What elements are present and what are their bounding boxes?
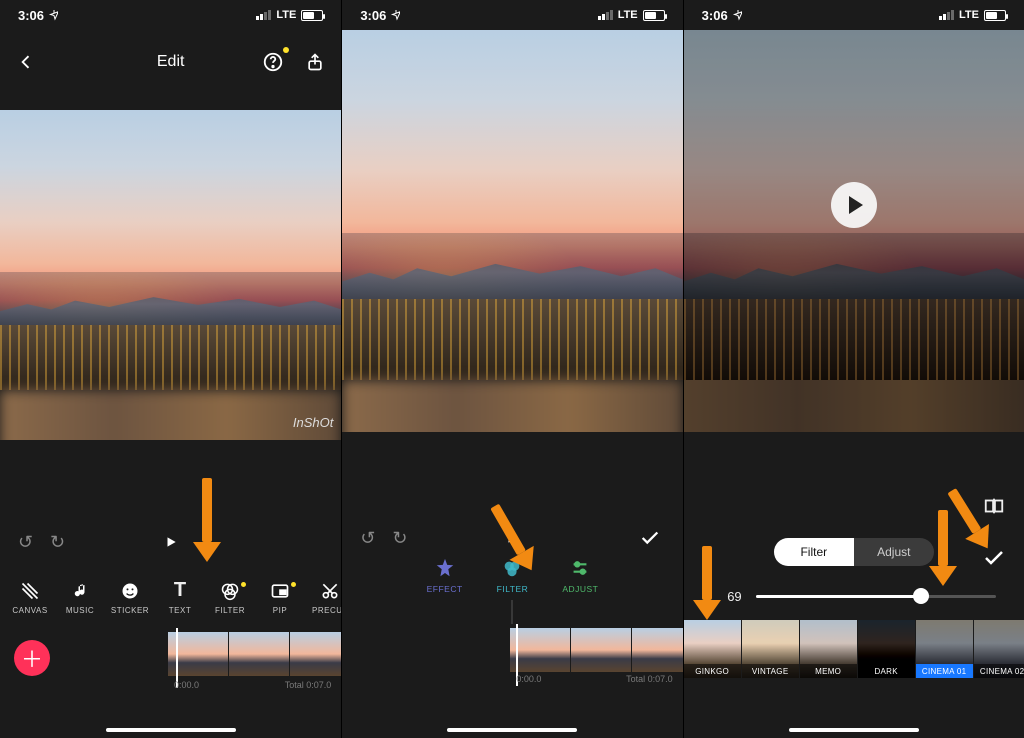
home-indicator[interactable] xyxy=(447,728,577,732)
video-preview[interactable] xyxy=(0,110,341,440)
music-icon xyxy=(69,580,91,602)
play-button[interactable] xyxy=(164,535,178,549)
home-indicator[interactable] xyxy=(106,728,236,732)
tab-adjust[interactable]: ADJUST xyxy=(562,556,598,604)
segment-filter[interactable]: Filter xyxy=(774,538,854,566)
watermark[interactable]: InShOt xyxy=(293,415,333,430)
playback-row: ↺ ↻ xyxy=(342,518,682,558)
tool-canvas[interactable]: CANVAS xyxy=(6,580,54,615)
video-preview[interactable] xyxy=(684,30,1024,432)
time-total: Total 0:07.0 xyxy=(285,680,332,690)
tool-sticker[interactable]: STICKER xyxy=(106,580,154,615)
filter-option-vintage[interactable]: VINTAGE xyxy=(742,620,799,678)
filter-option-dark[interactable]: DARK xyxy=(858,620,915,678)
tab-effect[interactable]: EFFECT xyxy=(427,556,463,604)
status-bar: 3:06 LTE xyxy=(342,0,682,30)
confirm-button[interactable] xyxy=(639,527,661,549)
filter-icon xyxy=(219,580,241,602)
tab-marker xyxy=(512,600,513,624)
pip-icon xyxy=(269,580,291,602)
network-label: LTE xyxy=(276,9,296,21)
playback-row: ↺ ↻ xyxy=(0,522,341,562)
precut-icon xyxy=(319,580,341,602)
play-button[interactable] xyxy=(831,182,877,228)
time-current: 0:00.0 xyxy=(174,680,199,690)
tool-strip: CANVAS MUSIC STICKER T TEXT FILTER PI xyxy=(0,568,341,626)
tool-pip[interactable]: PIP xyxy=(256,580,304,615)
slider-value: 69 xyxy=(714,589,742,604)
play-button[interactable] xyxy=(505,531,519,545)
share-button[interactable] xyxy=(303,50,327,74)
status-time: 3:06 xyxy=(18,8,44,23)
adjust-icon xyxy=(568,556,592,580)
status-bar: 3:06 LTE xyxy=(0,0,341,30)
text-icon: T xyxy=(169,580,191,602)
timeline[interactable]: 0:00.0 Total 0:07.0 xyxy=(168,632,341,694)
redo-button[interactable]: ↻ xyxy=(392,528,407,549)
redo-button[interactable]: ↻ xyxy=(50,532,65,553)
canvas-icon xyxy=(19,580,41,602)
filter-adjust-segment[interactable]: Filter Adjust xyxy=(774,538,934,566)
slider-thumb[interactable] xyxy=(913,588,929,604)
cell-bars-icon xyxy=(256,10,271,20)
filter-option-cinema-02[interactable]: CINEMA 02 xyxy=(974,620,1024,678)
nav-bar: Edit xyxy=(0,40,341,84)
undo-button[interactable]: ↺ xyxy=(360,528,375,549)
filter-option-memo[interactable]: MEMO xyxy=(800,620,857,678)
intensity-slider[interactable] xyxy=(756,595,996,598)
help-button[interactable] xyxy=(261,50,285,74)
tool-precut[interactable]: PRECUT xyxy=(306,580,341,615)
status-bar: 3:06 LTE xyxy=(684,0,1024,30)
effect-icon xyxy=(433,556,457,580)
undo-button[interactable]: ↺ xyxy=(18,532,33,553)
sticker-icon xyxy=(119,580,141,602)
intensity-slider-row: 69 xyxy=(714,584,996,608)
tab-filter[interactable]: FILTER xyxy=(497,556,529,604)
battery-icon xyxy=(301,10,323,21)
tool-text[interactable]: T TEXT xyxy=(156,580,204,615)
screen-edit-home: 3:06 LTE Edit xyxy=(0,0,341,738)
filter-tab-icon xyxy=(500,556,524,580)
video-preview[interactable] xyxy=(342,30,682,432)
screen-filter-category: 3:06 LTE ↺ ↻ EF xyxy=(341,0,682,738)
filter-option-cinema-01[interactable]: CINEMA 01 xyxy=(916,620,973,678)
back-button[interactable] xyxy=(14,50,38,74)
tool-music[interactable]: MUSIC xyxy=(56,580,104,615)
screen-filter-select: 3:06 LTE Filter Adjust 69 xyxy=(683,0,1024,738)
compare-button[interactable] xyxy=(980,492,1008,520)
tool-filter[interactable]: FILTER xyxy=(206,580,254,615)
filter-list[interactable]: GINKGOVINTAGEMEMODARKCINEMA 01CINEMA 02C… xyxy=(684,620,1024,688)
playhead[interactable] xyxy=(176,628,178,688)
home-indicator[interactable] xyxy=(789,728,919,732)
filter-tabs: EFFECT FILTER ADJUST xyxy=(342,556,682,604)
add-clip-button[interactable]: ＋ xyxy=(14,640,50,676)
segment-adjust[interactable]: Adjust xyxy=(854,538,934,566)
confirm-button[interactable] xyxy=(982,546,1006,570)
timeline[interactable]: 0:00.0 Total 0:07.0 xyxy=(510,628,682,692)
annotation-arrow xyxy=(938,510,957,586)
filter-option-ginkgo[interactable]: GINKGO xyxy=(684,620,741,678)
annotation-arrow xyxy=(702,546,721,620)
